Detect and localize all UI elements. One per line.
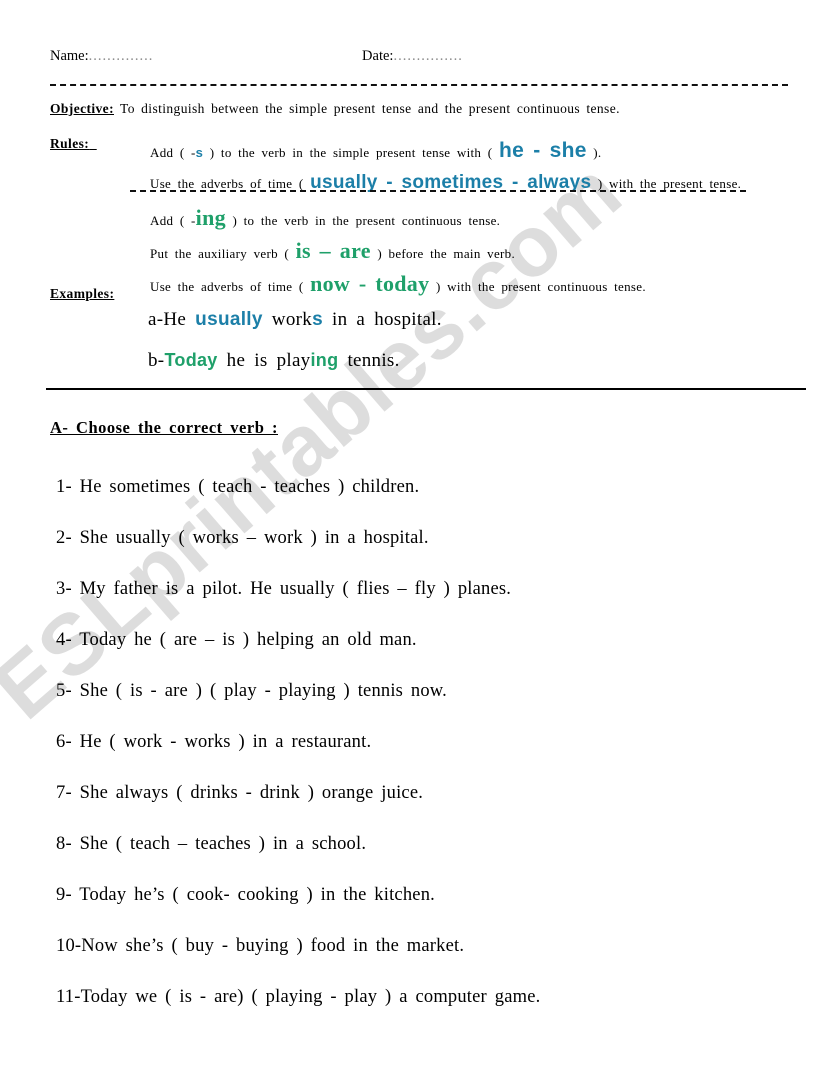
example-a-mid: work bbox=[262, 309, 313, 330]
question-item[interactable]: 11-Today we ( is - are) ( playing - play… bbox=[56, 972, 826, 1023]
examples-label-text: Examples: bbox=[50, 286, 115, 301]
rule-line-add-s: Add ( -s ) to the verb in the simple pre… bbox=[150, 136, 810, 168]
exercise-heading: A- Choose the correct verb : bbox=[50, 418, 278, 437]
example-a-keyword-usually: usually bbox=[195, 309, 263, 330]
date-label: Date: bbox=[362, 48, 394, 64]
rule-2-before: Use the adverbs of time ( bbox=[150, 176, 311, 191]
example-a-prefix: a-He bbox=[148, 309, 196, 330]
question-item[interactable]: 7- She always ( drinks - drink ) orange … bbox=[56, 768, 826, 819]
date-field[interactable]: Date:............... bbox=[362, 48, 463, 65]
question-item[interactable]: 9- Today he’s ( cook- cooking ) in the k… bbox=[56, 870, 826, 921]
rule-4-after: ) before the main verb. bbox=[370, 246, 516, 261]
keyword-ing: ing bbox=[195, 205, 226, 230]
rule-line-adverbs-continuous: Use the adverbs of time ( now - today ) … bbox=[150, 269, 810, 302]
rules-present-continuous-block: Add ( -ing ) to the verb in the present … bbox=[150, 203, 810, 302]
rules-label-text: Rules: bbox=[50, 136, 90, 151]
objective-line: Objective: To distinguish between the si… bbox=[50, 101, 620, 117]
rule-1-after: ). bbox=[586, 145, 602, 160]
rules-label: Rules: bbox=[50, 136, 97, 152]
question-item[interactable]: 6- He ( work - works ) in a restaurant. bbox=[56, 717, 826, 768]
rule-5-after: ) with the present continuous tense. bbox=[429, 279, 646, 294]
rule-line-add-ing: Add ( -ing ) to the verb in the present … bbox=[150, 203, 810, 236]
question-item[interactable]: 2- She usually ( works – work ) in a hos… bbox=[56, 513, 826, 564]
rule-1-before: Add ( - bbox=[150, 145, 196, 160]
rule-line-adverbs-simple: Use the adverbs of time ( usually - some… bbox=[150, 168, 810, 199]
objective-label: Objective: bbox=[50, 101, 114, 116]
example-b-keyword-today: Today bbox=[164, 350, 218, 370]
example-b-mid: he is play bbox=[217, 350, 311, 371]
rule-3-after: ) to the verb in the present continuous … bbox=[225, 213, 501, 228]
name-dots: .............. bbox=[88, 48, 154, 64]
objective-text: To distinguish between the simple presen… bbox=[120, 101, 620, 116]
rule-line-auxiliary: Put the auxiliary verb ( is – are ) befo… bbox=[150, 236, 810, 269]
rule-2-after: ) with the present tense. bbox=[591, 176, 742, 191]
name-date-row: Name:.............. Date:............... bbox=[50, 48, 790, 65]
exercise-question-list: 1- He sometimes ( teach - teaches ) chil… bbox=[56, 462, 826, 1023]
example-b-suffix: tennis. bbox=[338, 350, 400, 371]
keyword-he-she: he - she bbox=[498, 139, 587, 162]
examples-label: Examples: bbox=[50, 286, 114, 302]
example-a-suffix: in a hospital. bbox=[322, 309, 442, 330]
name-label: Name: bbox=[50, 48, 89, 64]
question-item[interactable]: 4- Today he ( are – is ) helping an old … bbox=[56, 615, 826, 666]
rule-3-before: Add ( - bbox=[150, 213, 196, 228]
example-b-prefix: b- bbox=[148, 350, 165, 371]
question-item[interactable]: 10-Now she’s ( buy - buying ) food in th… bbox=[56, 921, 826, 972]
example-a-keyword-s: s bbox=[312, 309, 323, 330]
question-item[interactable]: 1- He sometimes ( teach - teaches ) chil… bbox=[56, 462, 826, 513]
rule-1-middle: ) to the verb in the simple present tens… bbox=[203, 145, 499, 160]
rule-4-before: Put the auxiliary verb ( bbox=[150, 246, 296, 261]
worksheet-page: ESLprintables.com Name:.............. Da… bbox=[0, 0, 838, 1086]
name-field[interactable]: Name:.............. bbox=[50, 48, 153, 65]
keyword-now-today: now - today bbox=[310, 271, 430, 296]
dashed-divider-rules bbox=[130, 190, 746, 192]
question-item[interactable]: 5- She ( is - are ) ( play - playing ) t… bbox=[56, 666, 826, 717]
question-item[interactable]: 3- My father is a pilot. He usually ( fl… bbox=[56, 564, 826, 615]
examples-block: a-He usually works in a hospital. b-Toda… bbox=[148, 300, 768, 381]
date-dots: ............... bbox=[393, 48, 463, 64]
section-divider-solid bbox=[46, 388, 806, 390]
question-item[interactable]: 8- She ( teach – teaches ) in a school. bbox=[56, 819, 826, 870]
example-item-b: b-Today he is playing tennis. bbox=[148, 340, 768, 381]
example-item-a: a-He usually works in a hospital. bbox=[148, 300, 768, 340]
dashed-divider-top bbox=[50, 84, 788, 86]
rule-5-before: Use the adverbs of time ( bbox=[150, 279, 311, 294]
example-b-keyword-ing: ing bbox=[310, 350, 339, 370]
keyword-is-are: is – are bbox=[295, 238, 371, 263]
